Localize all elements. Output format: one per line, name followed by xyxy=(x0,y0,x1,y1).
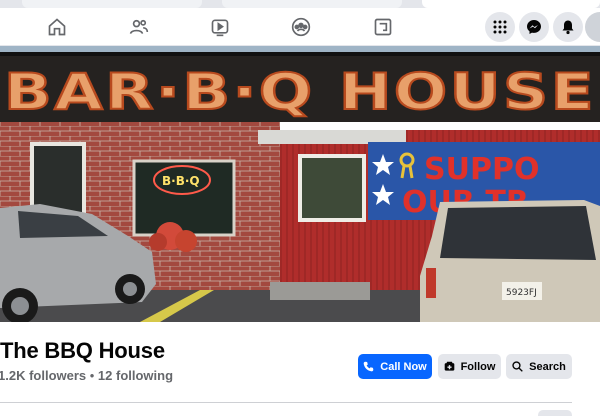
home-icon[interactable] xyxy=(42,12,72,42)
notifications-icon[interactable] xyxy=(553,12,583,42)
gaming-icon[interactable] xyxy=(368,12,398,42)
more-options-button[interactable] xyxy=(538,410,572,416)
profile-avatar[interactable] xyxy=(585,12,600,42)
cover-plate-text: 5923FJ xyxy=(506,288,537,298)
groups-icon[interactable] xyxy=(286,12,316,42)
cover-photo-image: BAR·B·Q HOUSE B·B·Q SUPPO OUR TR xyxy=(0,46,600,322)
follow-button[interactable]: Follow xyxy=(438,354,501,379)
followers-count[interactable]: 1.2K followers xyxy=(0,368,86,383)
call-now-label: Call Now xyxy=(380,360,427,373)
top-navigation xyxy=(0,8,600,46)
browser-tab-active[interactable] xyxy=(422,0,600,8)
search-icon xyxy=(512,361,523,372)
browser-tab[interactable] xyxy=(22,0,202,8)
cover-photo[interactable]: BAR·B·Q HOUSE B·B·Q SUPPO OUR TR xyxy=(0,46,600,322)
search-label: Search xyxy=(529,360,566,373)
video-icon[interactable] xyxy=(205,12,235,42)
follow-stats: 1.2K followers • 12 following xyxy=(0,368,173,383)
cover-neon-text: B·B·Q xyxy=(162,174,200,188)
stats-separator: • xyxy=(86,368,98,383)
search-button[interactable]: Search xyxy=(506,354,572,379)
messenger-icon[interactable] xyxy=(519,12,549,42)
following-count[interactable]: 12 following xyxy=(98,368,173,383)
phone-icon xyxy=(363,361,374,372)
follow-label: Follow xyxy=(460,360,496,373)
cover-sign-text: BAR·B·Q HOUSE xyxy=(4,63,596,121)
section-divider xyxy=(0,402,572,403)
browser-tab[interactable] xyxy=(222,0,402,8)
cover-banner-line1: SUPPO xyxy=(424,152,539,187)
menu-grid-icon[interactable] xyxy=(485,12,515,42)
call-now-button[interactable]: Call Now xyxy=(358,354,432,379)
friends-icon[interactable] xyxy=(124,12,154,42)
page-title: The BBQ House xyxy=(0,338,165,363)
browser-tab-strip xyxy=(0,0,600,8)
follow-icon xyxy=(444,361,454,371)
